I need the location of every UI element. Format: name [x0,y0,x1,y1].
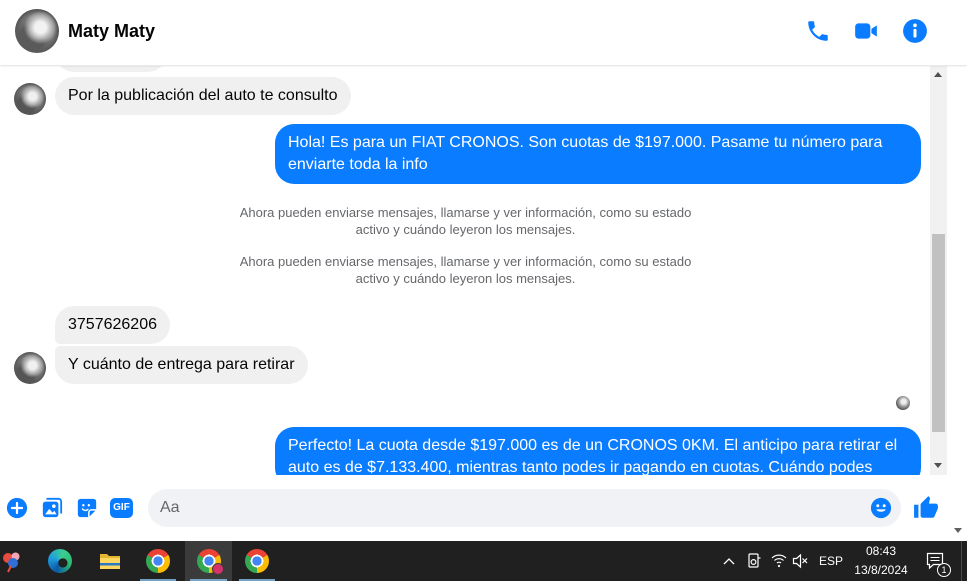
info-icon[interactable] [902,18,928,44]
clock-date: 13/8/2024 [854,563,908,577]
taskbar-chrome-button[interactable] [135,541,181,581]
incoming-message[interactable]: 3757626206 [55,306,170,344]
wifi-icon[interactable] [771,541,787,581]
message-list[interactable]: Por la publicación del auto te consulto … [0,66,930,475]
taskbar-edge-button[interactable] [37,541,83,581]
clock[interactable]: 08:43 13/8/2024 [851,541,911,581]
video-camera-icon[interactable] [853,18,879,44]
chrome-icon [245,549,269,573]
contact-avatar[interactable] [15,9,59,53]
contact-avatar-small[interactable] [14,83,46,115]
plus-icon[interactable] [6,497,28,519]
message-bubble-partial[interactable] [55,66,167,72]
language-indicator[interactable]: ESP [816,541,846,581]
phone-icon[interactable] [805,18,831,44]
system-notice: Ahora pueden enviarse mensajes, llamarse… [239,205,692,237]
scrollbar-thumb[interactable] [932,234,945,432]
sticker-icon[interactable] [76,497,98,519]
page-scroll-down-arrow[interactable] [954,528,962,533]
outgoing-message[interactable]: Hola! Es para un FIAT CRONOS. Son cuotas… [275,124,921,184]
scroll-up-arrow[interactable] [934,72,942,77]
thumbs-up-icon[interactable] [913,495,939,521]
pinned-app-button[interactable] [0,541,35,581]
volume-muted-icon[interactable] [792,541,808,581]
edge-icon [48,549,72,573]
read-receipt-avatar [896,396,910,410]
gif-icon[interactable]: GIF [110,498,133,518]
chat-scrollbar[interactable] [930,66,947,475]
contact-name[interactable]: Maty Maty [68,20,155,42]
notification-count-badge: 1 [937,563,951,577]
show-desktop-button[interactable] [961,541,962,581]
incoming-message[interactable]: Y cuánto de entrega para retirar [55,346,308,384]
chevron-up-icon[interactable] [722,541,736,581]
system-notice: Ahora pueden enviarse mensajes, llamarse… [239,254,692,286]
message-input[interactable] [148,489,901,527]
scroll-down-arrow[interactable] [934,463,942,468]
contact-avatar-small[interactable] [14,352,46,384]
outgoing-message[interactable]: Perfecto! La cuota desde $197.000 es de … [275,427,921,475]
chrome-icon [146,549,170,573]
image-icon[interactable] [41,497,63,519]
taskbar-chrome-active-button[interactable] [185,541,232,581]
windows-taskbar: ESP 08:43 13/8/2024 1 [0,541,967,581]
pinned-app-icon [3,552,20,573]
emoji-icon[interactable] [870,497,892,519]
incoming-message[interactable]: Por la publicación del auto te consulto [55,77,351,115]
clock-time: 08:43 [865,544,897,558]
taskbar-file-explorer-button[interactable] [87,541,133,581]
meet-now-icon[interactable] [746,541,762,581]
taskbar-chrome-button[interactable] [234,541,280,581]
file-explorer-icon [100,554,120,569]
chat-header: Maty Maty [0,0,967,65]
profile-badge [212,563,224,575]
